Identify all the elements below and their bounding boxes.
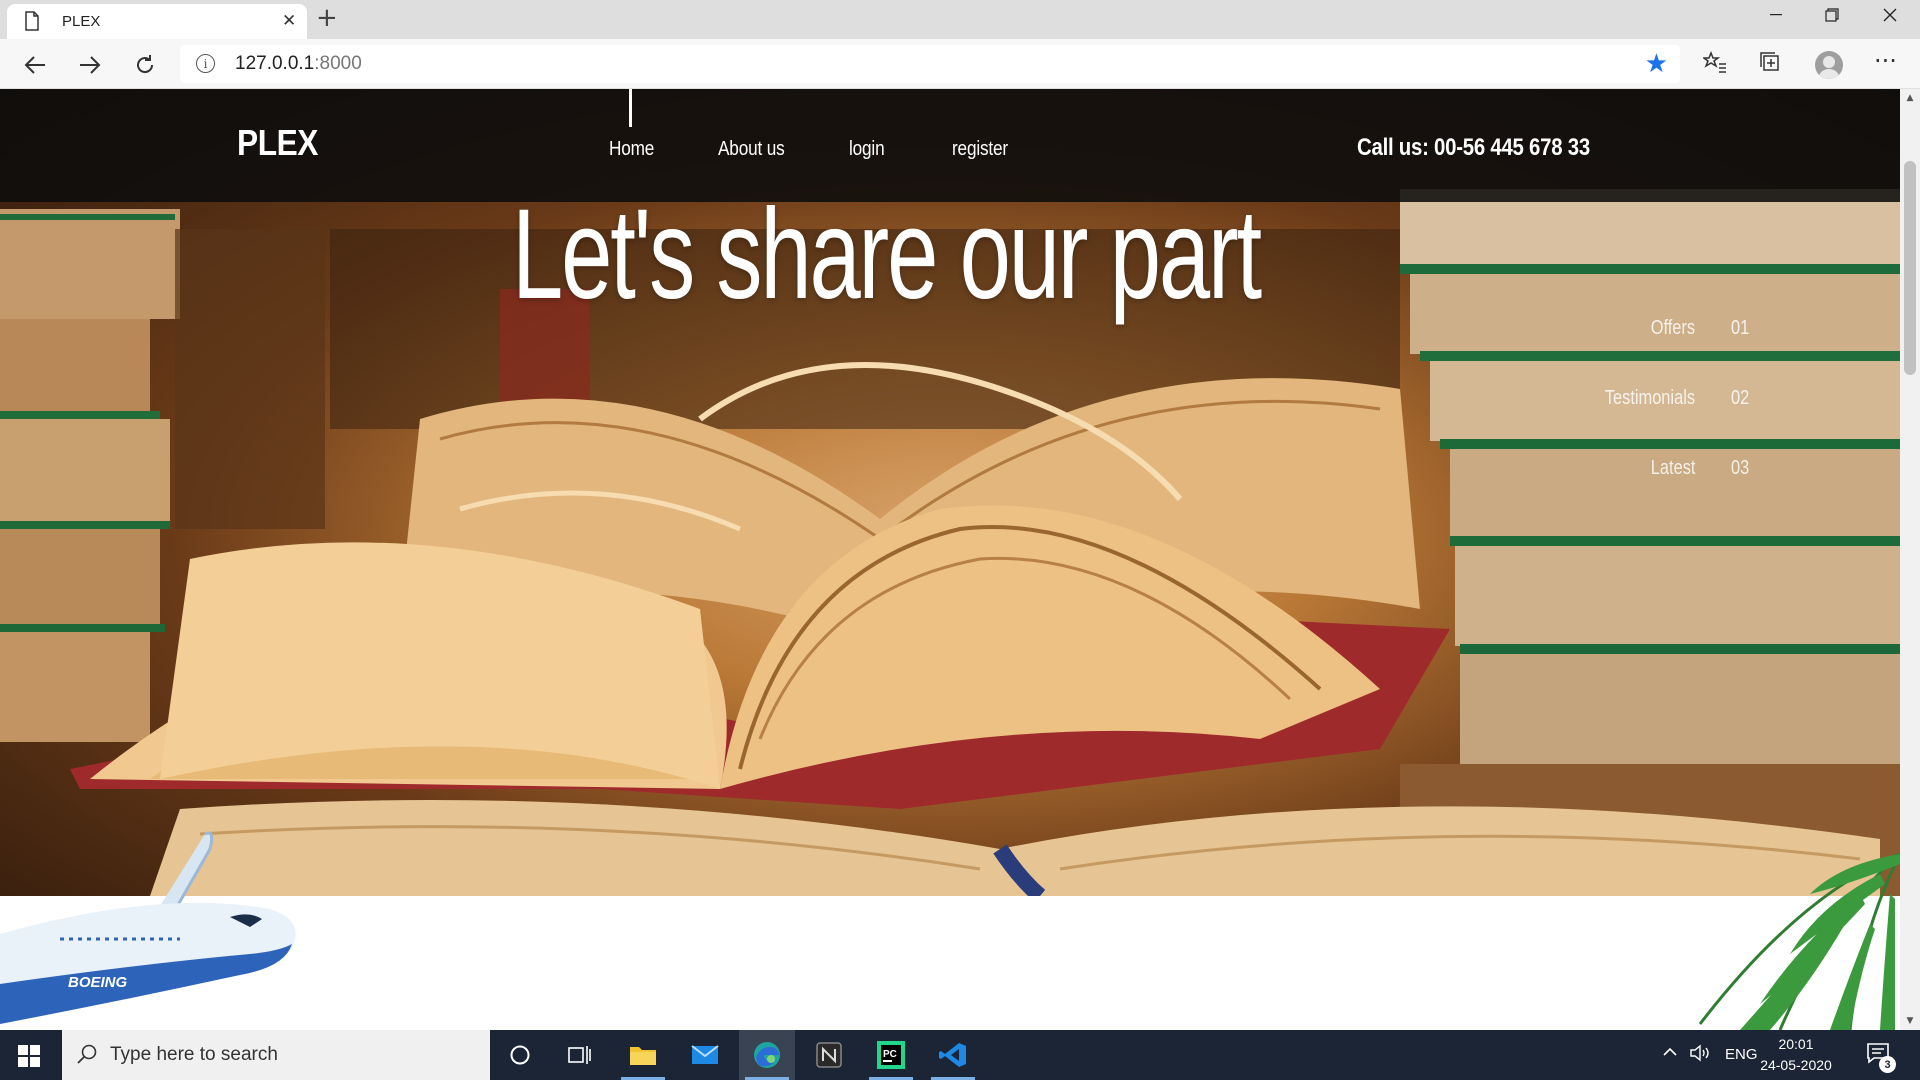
address-bar[interactable]: i 127.0.0.1:8000 ★ [180, 45, 1680, 83]
site-info-icon[interactable]: i [196, 54, 215, 73]
site-logo[interactable]: PLEX [237, 122, 318, 164]
palm-leaves-image [1698, 852, 1900, 1030]
clock-time: 20:01 [1778, 1036, 1814, 1052]
hero-title: Let's share our part [512, 183, 1262, 326]
notion-icon[interactable] [801, 1030, 857, 1080]
file-explorer-icon[interactable] [615, 1030, 671, 1080]
clock-date: 24-05-2020 [1760, 1057, 1832, 1073]
menu-login[interactable]: login [849, 138, 885, 161]
call-us-text: Call us: 00-56 445 678 33 [1357, 134, 1590, 161]
bookmark-star-icon[interactable]: ★ [1645, 49, 1668, 79]
edge-browser-icon[interactable] [739, 1030, 795, 1080]
side-nav-testimonials[interactable]: Testimonials [1605, 387, 1695, 410]
browser-tab[interactable]: PLEX ✕ [7, 4, 307, 39]
scrollbar-thumb[interactable] [1904, 161, 1916, 375]
minimize-button[interactable] [1748, 0, 1804, 30]
search-icon [76, 1043, 98, 1069]
vscode-icon[interactable] [925, 1030, 981, 1080]
side-nav-testimonials-number[interactable]: 02 [1731, 387, 1749, 410]
search-placeholder: Type here to search [110, 1044, 278, 1065]
windows-start-icon[interactable] [18, 1045, 40, 1071]
volume-icon[interactable] [1690, 1044, 1712, 1066]
menu-home[interactable]: Home [609, 138, 654, 161]
cortana-icon[interactable] [492, 1030, 548, 1080]
plane-brand-text: BOEING [68, 974, 128, 991]
mail-icon[interactable] [677, 1030, 733, 1080]
scroll-up-icon[interactable]: ▲ [1900, 89, 1920, 107]
profile-avatar[interactable] [1815, 51, 1843, 79]
side-nav-latest-number[interactable]: 03 [1731, 457, 1749, 480]
system-clock[interactable]: 20:01 24-05-2020 [1748, 1034, 1844, 1076]
scroll-down-icon[interactable]: ▼ [1900, 1012, 1920, 1030]
menu-about-us[interactable]: About us [718, 138, 785, 161]
browser-toolbar: i 127.0.0.1:8000 ★ ··· [0, 39, 1920, 89]
collections-icon[interactable] [1759, 51, 1781, 79]
favorites-icon[interactable] [1701, 50, 1727, 79]
active-menu-marker [629, 89, 632, 127]
close-tab-icon[interactable]: ✕ [282, 11, 296, 31]
tab-title: PLEX [62, 13, 101, 30]
airplane-image: BOEING [0, 831, 296, 1024]
show-hidden-icons-icon[interactable] [1662, 1044, 1678, 1064]
side-nav-offers-number[interactable]: 01 [1731, 317, 1749, 340]
back-button[interactable] [17, 47, 53, 83]
refresh-button[interactable] [127, 47, 163, 83]
page-icon [24, 11, 40, 35]
forward-button[interactable] [72, 47, 108, 83]
restore-button[interactable] [1804, 0, 1860, 30]
taskbar-search-box[interactable]: Type here to search [62, 1030, 490, 1080]
new-tab-button[interactable]: + [316, 3, 338, 33]
notification-count-badge: 3 [1879, 1056, 1896, 1073]
side-nav-latest[interactable]: Latest [1650, 457, 1695, 480]
browser-tab-strip: PLEX ✕ + [0, 0, 1920, 39]
svg-text:PC: PC [883, 1049, 897, 1060]
task-view-icon[interactable] [552, 1030, 608, 1080]
url-text[interactable]: 127.0.0.1:8000 [235, 53, 362, 75]
side-nav-offers[interactable]: Offers [1651, 317, 1695, 340]
pycharm-icon[interactable]: PC [863, 1030, 919, 1080]
page-scrollbar[interactable]: ▲ ▼ [1900, 89, 1920, 1030]
more-options-icon[interactable]: ··· [1874, 47, 1897, 75]
close-window-button[interactable] [1862, 0, 1918, 30]
page-viewport: PLEX Home About us login register Call u… [0, 89, 1920, 1030]
windows-taskbar: Type here to search PC ENG 20:01 24-05-2… [0, 1030, 1920, 1080]
menu-register[interactable]: register [952, 138, 1008, 161]
